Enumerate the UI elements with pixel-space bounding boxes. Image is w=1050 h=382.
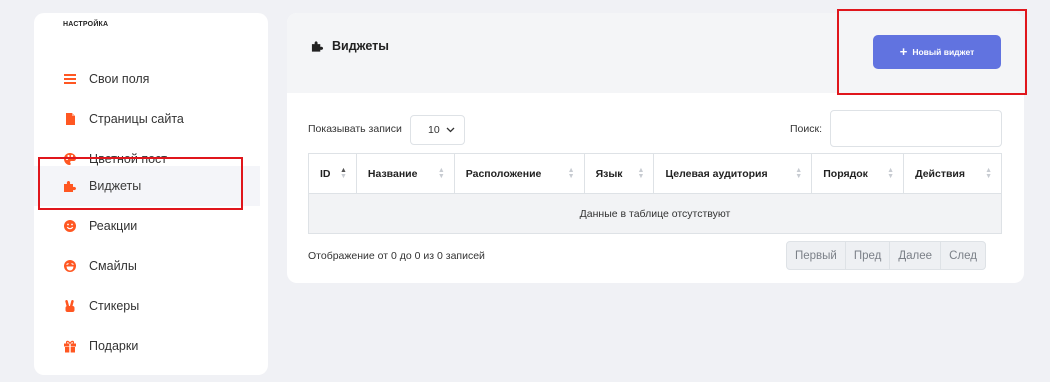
smile-icon — [63, 219, 77, 233]
chevron-down-icon — [446, 126, 455, 135]
palette-icon — [63, 152, 77, 166]
pagination-last-button[interactable]: След — [940, 242, 985, 269]
sidebar-item-label: Реакции — [89, 219, 138, 233]
sidebar-title: НАСТРОЙКА — [63, 21, 109, 28]
sidebar-item-label: Виджеты — [89, 179, 142, 193]
sidebar-item-stickers[interactable]: Стикеры — [34, 286, 260, 326]
sort-icon: ▲ ▼ — [985, 167, 992, 180]
sidebar-item-label: Стикеры — [89, 299, 140, 313]
sort-icon: ▲ ▼ — [339, 167, 347, 180]
laugh-icon — [63, 259, 77, 273]
column-header-order[interactable]: Порядок ▲ ▼ — [811, 153, 905, 194]
table-empty-message: Данные в таблице отсутствуют — [308, 193, 1002, 234]
sort-icon: ▲ ▼ — [437, 167, 445, 180]
peace-hand-icon — [63, 299, 77, 313]
sidebar-item-label: Смайлы — [89, 259, 137, 273]
sidebar-item-label: Свои поля — [89, 72, 150, 86]
sidebar-item-label: Подарки — [89, 339, 139, 353]
table-row: Данные в таблице отсутствуют — [308, 193, 1002, 234]
sort-icon: ▲ ▼ — [567, 167, 575, 180]
plus-icon: + — [899, 43, 908, 59]
page-title: Виджеты — [311, 39, 389, 53]
sidebar-item-widgets[interactable]: Виджеты — [34, 166, 260, 206]
new-widget-button-label: Новый виджет — [912, 47, 975, 57]
file-icon — [63, 112, 77, 126]
new-widget-button[interactable]: + Новый виджет — [873, 35, 1001, 69]
sidebar-item-gifts[interactable]: Подарки — [34, 326, 260, 366]
card-header: Виджеты + Новый виджет — [287, 13, 1024, 93]
search-input[interactable] — [830, 110, 1002, 147]
column-header-id[interactable]: ID ▲ ▼ — [308, 153, 357, 194]
widgets-card: Виджеты + Новый виджет Показывать записи… — [287, 13, 1024, 283]
pagination-first-button[interactable]: Первый — [787, 242, 845, 269]
pagination-next-button[interactable]: Далее — [889, 242, 940, 269]
sort-icon: ▲ ▼ — [637, 167, 645, 180]
column-header-audience[interactable]: Целевая аудитория ▲ ▼ — [653, 153, 813, 194]
sidebar-item-label: Цветной пост — [89, 152, 168, 166]
table-header-row: ID ▲ ▼ Название ▲ ▼ Расположение ▲ ▼ Язык ▲ ▼ Це… — [308, 153, 1002, 194]
sidebar-item-custom-fields[interactable]: Свои поля — [34, 59, 260, 99]
sidebar: НАСТРОЙКА Свои поля Страницы сайта Цветн… — [34, 13, 268, 375]
pagination-previous-button[interactable]: Пред — [844, 242, 890, 269]
puzzle-icon — [63, 179, 77, 193]
search-label: Поиск: — [790, 123, 823, 135]
menu-lines-icon — [63, 72, 77, 86]
page-length-label: Показывать записи — [308, 123, 402, 135]
sidebar-item-reactions[interactable]: Реакции — [34, 206, 260, 246]
sort-icon: ▲ ▼ — [795, 167, 803, 180]
column-header-placement[interactable]: Расположение ▲ ▼ — [453, 153, 585, 194]
gift-icon — [63, 339, 77, 353]
column-header-actions[interactable]: Действия ▲ ▼ — [903, 153, 1002, 194]
page-length-value: 10 — [428, 124, 440, 136]
sidebar-item-site-pages[interactable]: Страницы сайта — [34, 99, 260, 139]
page-title-text: Виджеты — [332, 39, 389, 53]
page-length-select[interactable]: 10 — [410, 115, 465, 145]
sidebar-item-label: Страницы сайта — [89, 112, 184, 126]
pagination: Первый Пред Далее След — [786, 241, 986, 270]
widgets-table: ID ▲ ▼ Название ▲ ▼ Расположение ▲ ▼ Язык ▲ ▼ Це… — [308, 153, 1002, 234]
table-info: Отображение от 0 до 0 из 0 записей — [308, 250, 485, 262]
puzzle-icon — [311, 40, 324, 53]
column-header-name[interactable]: Название ▲ ▼ — [355, 153, 455, 194]
column-header-language[interactable]: Язык ▲ ▼ — [583, 153, 655, 194]
sort-icon: ▲ ▼ — [887, 167, 895, 180]
sidebar-item-emojis[interactable]: Смайлы — [34, 246, 260, 286]
